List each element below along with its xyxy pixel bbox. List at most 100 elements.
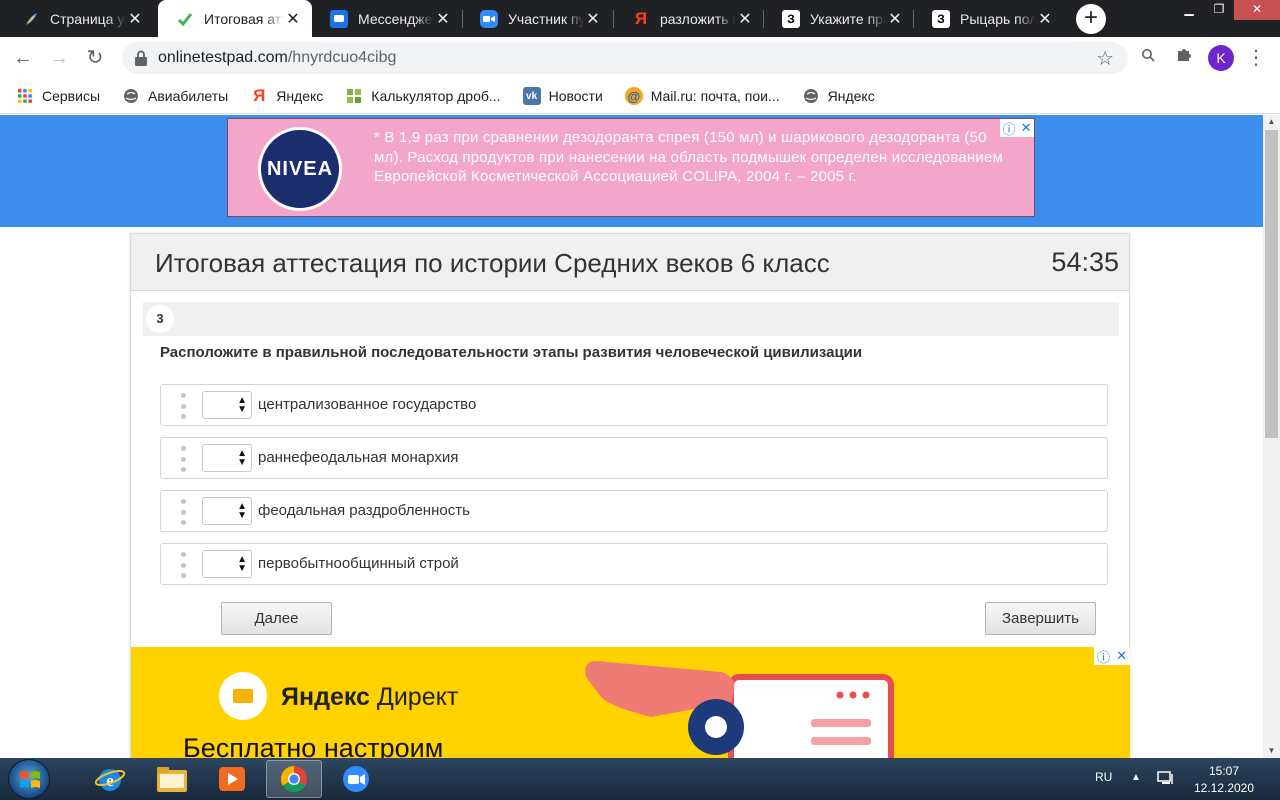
scroll-down-icon[interactable]: ▼ bbox=[1263, 744, 1280, 758]
nivea-ad-banner[interactable]: NIVEA * В 1,9 раз при сравнении дезодора… bbox=[227, 118, 1035, 217]
tab-zoom-participant[interactable]: Участник пуб ✕ bbox=[462, 0, 612, 37]
page-scrollbar[interactable]: ▲ ▼ bbox=[1263, 115, 1280, 758]
order-select[interactable]: ▲ ▼ bbox=[202, 497, 252, 525]
menu-kebab-icon[interactable]: ⋮ bbox=[1244, 46, 1268, 70]
bookmarks-bar: Сервисы Авиабилеты Я Яндекс Калькулятор … bbox=[0, 79, 1280, 114]
taskbar-chrome[interactable] bbox=[266, 760, 322, 798]
question-text: Расположите в правильной последовательно… bbox=[160, 344, 863, 361]
close-icon[interactable]: ✕ bbox=[126, 9, 144, 29]
close-icon[interactable]: ✕ bbox=[1116, 648, 1127, 664]
calculator-icon bbox=[345, 87, 363, 105]
close-icon[interactable]: ✕ bbox=[886, 9, 904, 29]
tab-lesson-page[interactable]: Страница уро ✕ bbox=[4, 0, 154, 37]
back-arrow-icon[interactable]: ← bbox=[10, 45, 36, 71]
close-icon[interactable]: ✕ bbox=[1021, 120, 1032, 136]
system-clock[interactable]: 15:07 12.12.2020 bbox=[1188, 763, 1260, 797]
tab-messenger[interactable]: Мессенджер ✕ bbox=[312, 0, 462, 37]
tab-znanija-1[interactable]: З Укажите пра ✕ bbox=[764, 0, 914, 37]
close-icon[interactable]: ✕ bbox=[1036, 9, 1054, 29]
scroll-up-icon[interactable]: ▲ bbox=[1263, 115, 1280, 129]
znanija-icon: З bbox=[782, 9, 800, 28]
test-header: Итоговая аттестация по истории Средних в… bbox=[131, 234, 1129, 291]
window-close-icon[interactable]: ✕ bbox=[1234, 0, 1280, 20]
new-tab-button[interactable]: + bbox=[1076, 4, 1106, 34]
bookmark-services[interactable]: Сервисы bbox=[16, 87, 100, 105]
extensions-puzzle-icon[interactable] bbox=[1172, 46, 1196, 70]
media-player-icon bbox=[219, 767, 245, 791]
bookmark-yandex-2[interactable]: Яндекс bbox=[802, 87, 875, 105]
windows-taskbar: e RU ▲ 15:07 12.12.2020 bbox=[0, 758, 1280, 800]
apps-grid-icon bbox=[16, 87, 34, 105]
order-select[interactable]: ▲ ▼ bbox=[202, 550, 252, 578]
bookmark-label: Сервисы bbox=[42, 88, 101, 104]
globe-icon bbox=[122, 87, 140, 105]
bookmark-yandex[interactable]: Я Яндекс bbox=[250, 86, 323, 105]
tray-expand-icon[interactable]: ▲ bbox=[1131, 772, 1141, 783]
bookmark-label: Авиабилеты bbox=[148, 88, 229, 104]
bookmark-flights[interactable]: Авиабилеты bbox=[122, 87, 228, 105]
taskbar-zoom[interactable] bbox=[328, 760, 384, 798]
timer: 54:35 bbox=[1051, 247, 1119, 277]
search-icon[interactable] bbox=[1136, 46, 1160, 70]
item-label: первобытнообщинный строй bbox=[258, 555, 459, 572]
tab-title: разложить пр bbox=[660, 10, 736, 27]
tab-znanija-2[interactable]: З Рыцарь полу ✕ bbox=[914, 0, 1064, 37]
item-label: феодальная раздробленность bbox=[258, 502, 470, 519]
info-icon[interactable]: ⓘ bbox=[1097, 647, 1110, 666]
start-button[interactable] bbox=[8, 759, 50, 799]
profile-avatar[interactable]: K bbox=[1208, 45, 1234, 71]
scrollbar-thumb[interactable] bbox=[1265, 130, 1278, 438]
drag-handle-icon[interactable] bbox=[179, 499, 187, 525]
network-icon[interactable] bbox=[1157, 770, 1175, 786]
tab-final-test[interactable]: Итоговая атт ✕ bbox=[158, 0, 312, 37]
yandex-direct-ad[interactable]: Яндекс Директ Бесплатно настроим ⓘ ✕ bbox=[131, 647, 1130, 758]
tab-separator bbox=[913, 10, 914, 28]
bookmark-star-icon[interactable]: ☆ bbox=[1096, 46, 1114, 71]
maximize-icon[interactable]: ❐ bbox=[1204, 0, 1234, 20]
url-text: onlinetestpad.com/hnyrdcuo4cibg bbox=[158, 49, 396, 67]
order-item[interactable]: ▲ ▼ централизованное государство bbox=[160, 384, 1108, 426]
order-select[interactable]: ▲ ▼ bbox=[202, 391, 252, 419]
bookmark-label: Калькулятор дроб... bbox=[371, 88, 501, 104]
close-icon[interactable]: ✕ bbox=[284, 9, 302, 29]
order-item[interactable]: ▲ ▼ раннефеодальная монархия bbox=[160, 437, 1108, 479]
tab-title: Участник пуб bbox=[508, 10, 584, 27]
info-icon[interactable]: ⓘ bbox=[1003, 119, 1016, 138]
ad-brand-suffix: Директ bbox=[376, 683, 459, 711]
finish-button[interactable]: Завершить bbox=[985, 602, 1096, 635]
zoom-icon bbox=[480, 9, 498, 28]
zoom-icon bbox=[343, 766, 369, 792]
order-item[interactable]: ▲ ▼ первобытнообщинный строй bbox=[160, 543, 1108, 585]
tab-title: Страница уро bbox=[50, 10, 126, 27]
drag-handle-icon[interactable] bbox=[179, 393, 187, 419]
order-item[interactable]: ▲ ▼ феодальная раздробленность bbox=[160, 490, 1108, 532]
tab-title: Рыцарь полу bbox=[960, 10, 1036, 27]
tab-yandex-search[interactable]: Я разложить пр ✕ bbox=[614, 0, 764, 37]
taskbar-explorer[interactable] bbox=[144, 760, 200, 798]
select-arrows-icon: ▲ ▼ bbox=[237, 501, 247, 521]
next-button[interactable]: Далее bbox=[221, 602, 332, 635]
adchoices-control[interactable]: ⓘ ✕ bbox=[1000, 119, 1034, 137]
taskbar-internet-explorer[interactable]: e bbox=[82, 760, 138, 798]
minimize-icon[interactable]: ▁ bbox=[1174, 0, 1204, 20]
order-select[interactable]: ▲ ▼ bbox=[202, 444, 252, 472]
drag-handle-icon[interactable] bbox=[179, 552, 187, 578]
drag-handle-icon[interactable] bbox=[179, 446, 187, 472]
globe-icon bbox=[802, 87, 820, 105]
taskbar-media-player[interactable] bbox=[204, 760, 260, 798]
language-indicator[interactable]: RU bbox=[1095, 770, 1112, 784]
address-bar[interactable]: onlinetestpad.com/hnyrdcuo4cibg ☆ bbox=[122, 42, 1128, 74]
close-icon[interactable]: ✕ bbox=[736, 9, 754, 29]
feather-icon bbox=[22, 10, 40, 28]
reload-icon[interactable]: ↻ bbox=[82, 45, 108, 71]
forward-arrow-icon[interactable]: → bbox=[46, 45, 72, 71]
bookmark-mailru[interactable]: @ Mail.ru: почта, пои... bbox=[624, 87, 780, 105]
vk-icon: vk bbox=[522, 87, 541, 105]
adchoices-control[interactable]: ⓘ ✕ bbox=[1094, 647, 1130, 665]
bookmark-news[interactable]: vk Новости bbox=[522, 87, 603, 105]
url-host: onlinetestpad.com bbox=[158, 49, 288, 66]
close-icon[interactable]: ✕ bbox=[584, 9, 602, 29]
bookmark-fraction-calculator[interactable]: Калькулятор дроб... bbox=[345, 87, 501, 105]
tab-title: Укажите пра bbox=[810, 10, 886, 27]
close-icon[interactable]: ✕ bbox=[434, 9, 452, 29]
